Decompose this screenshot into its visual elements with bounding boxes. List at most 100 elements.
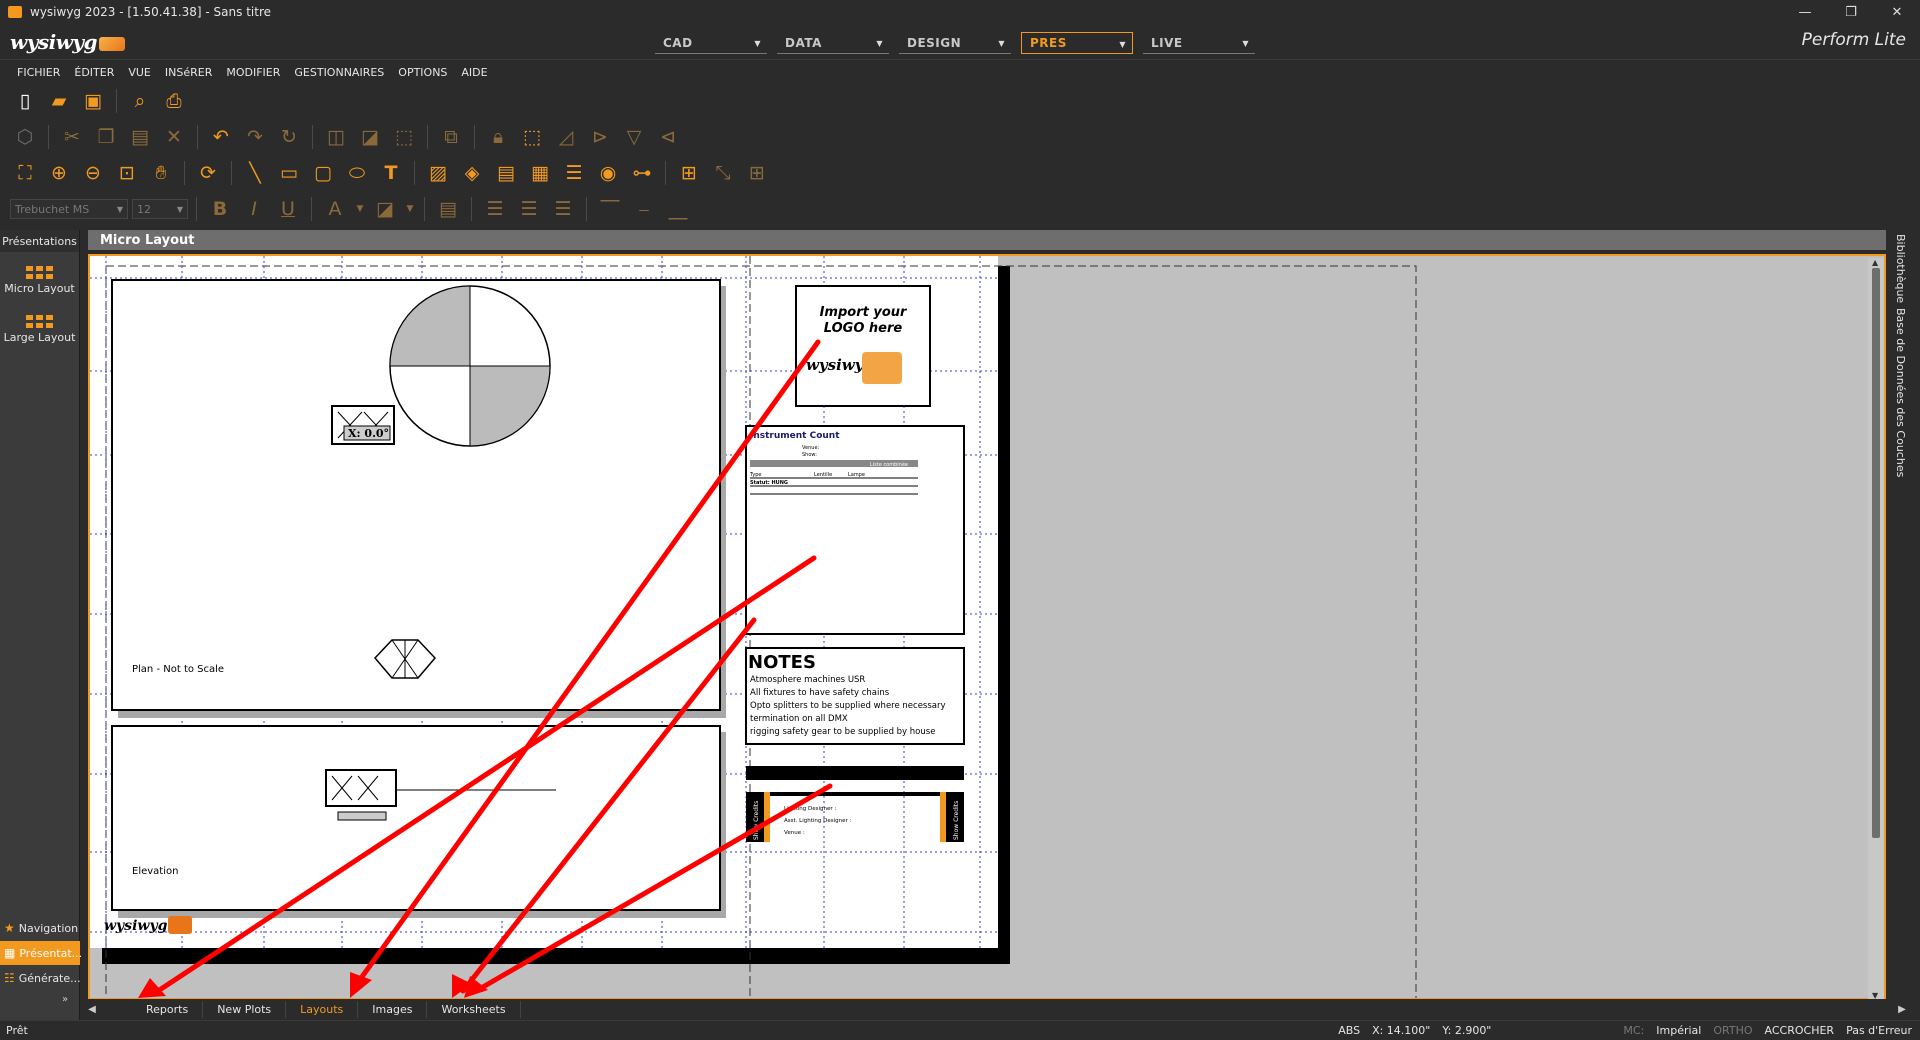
select-icon[interactable]: ⬚ — [389, 123, 419, 151]
menu-vue[interactable]: VUE — [121, 66, 158, 79]
fill-color-icon[interactable]: ◪ — [370, 195, 400, 223]
presentation-large-layout[interactable]: Large Layout — [0, 311, 79, 344]
add-element-icon[interactable]: ⊞ — [674, 159, 704, 187]
tab-images[interactable]: Images — [358, 1001, 428, 1018]
valign-bottom-icon[interactable]: ⎽ — [663, 195, 693, 223]
menu-modifier[interactable]: MODIFIER — [219, 66, 287, 79]
object-icon[interactable]: ◈ — [457, 159, 487, 187]
scrollbar-thumb[interactable] — [1872, 268, 1880, 838]
delete-icon[interactable]: ✕ — [159, 123, 189, 151]
font-family-select[interactable]: Trebuchet MS ▼ — [10, 199, 128, 219]
tab-layouts[interactable]: Layouts — [286, 1001, 359, 1018]
zoom-in-icon[interactable]: ⊕ — [44, 159, 74, 187]
text-icon[interactable]: T — [376, 159, 406, 187]
tab-scroll-left-icon[interactable]: ◀ — [82, 1004, 102, 1015]
menu-editer[interactable]: ÉDITER — [67, 66, 121, 79]
print-icon[interactable]: ⎙ — [159, 87, 189, 115]
bold-icon[interactable]: B — [205, 195, 235, 223]
expand-panel-icon[interactable]: » — [62, 994, 68, 1005]
legend-icon[interactable]: ☰ — [559, 159, 589, 187]
report-icon[interactable]: ▤ — [491, 159, 521, 187]
mode-live[interactable]: LIVE ▼ — [1143, 32, 1255, 54]
group-icon[interactable]: ◫ — [321, 123, 351, 151]
font-size-select[interactable]: 12 ▼ — [132, 199, 188, 219]
undo-icon[interactable]: ↶ — [206, 123, 236, 151]
underline-icon[interactable]: U — [273, 195, 303, 223]
line-icon[interactable]: ╲ — [240, 159, 270, 187]
italic-icon[interactable]: I — [239, 195, 269, 223]
layout-canvas[interactable]: X: 0.0° Plan - Not to Scale Elevation wy… — [88, 254, 1886, 1000]
chevron-down-icon: ▼ — [116, 204, 123, 214]
zoom-extents-icon[interactable]: ⛶ — [10, 159, 40, 187]
tab-new-plots[interactable]: New Plots — [203, 1001, 287, 1018]
valign-middle-icon[interactable]: ⎯ — [629, 195, 659, 223]
cut-icon[interactable]: ✂ — [57, 123, 87, 151]
new-file-icon[interactable]: ▯ — [10, 87, 40, 115]
paste-icon[interactable]: ▤ — [125, 123, 155, 151]
redo-icon[interactable]: ↷ — [240, 123, 270, 151]
dock-tab-library[interactable]: Bibliothèque — [1894, 234, 1907, 303]
save-icon[interactable]: ▣ — [78, 87, 108, 115]
align-text-right-icon[interactable]: ☰ — [548, 195, 578, 223]
nav-generators[interactable]: ☷ Générate... — [0, 966, 81, 990]
view-icon[interactable]: ⊶ — [627, 159, 657, 187]
status-units[interactable]: Impérial — [1656, 1024, 1701, 1037]
tab-scroll-right-icon[interactable]: ▶ — [1892, 1004, 1912, 1015]
instrument-count-group: Statut: HUNG — [750, 480, 788, 486]
mode-pres[interactable]: PRES ▼ — [1021, 32, 1133, 54]
ungroup-icon[interactable]: ◪ — [355, 123, 385, 151]
align-top-icon[interactable]: ▽ — [619, 123, 649, 151]
presentation-micro-layout[interactable]: Micro Layout — [0, 262, 79, 295]
cube-icon[interactable]: ⬡ — [10, 123, 40, 151]
table-icon[interactable]: ▦ — [525, 159, 555, 187]
menu-gestionnaires[interactable]: GESTIONNAIRES — [287, 66, 391, 79]
nav-presentations[interactable]: ▦ Présentat... — [0, 941, 82, 965]
rounded-rectangle-icon[interactable]: ▢ — [308, 159, 338, 187]
tab-reports[interactable]: Reports — [132, 1001, 204, 1018]
zoom-window-icon[interactable]: ⊡ — [112, 159, 142, 187]
menu-aide[interactable]: AIDE — [454, 66, 494, 79]
arrange-icon[interactable]: ⧉ — [436, 123, 466, 151]
mode-design[interactable]: DESIGN ▼ — [899, 32, 1011, 54]
mode-data[interactable]: DATA ▼ — [777, 32, 889, 54]
dock-tab-layer-database[interactable]: Base de Données des Couches — [1894, 308, 1907, 477]
open-folder-icon[interactable]: ▰ — [44, 87, 74, 115]
nav-navigation[interactable]: ★ Navigation — [0, 916, 80, 940]
align-left-icon[interactable]: ◿ — [551, 123, 581, 151]
minimize-button[interactable]: — — [1782, 0, 1828, 24]
align-text-center-icon[interactable]: ☰ — [514, 195, 544, 223]
grid-icon[interactable]: ⊞ — [742, 159, 772, 187]
text-color-icon[interactable]: A — [320, 195, 350, 223]
zoom-out-icon[interactable]: ⊖ — [78, 159, 108, 187]
rectangle-icon[interactable]: ▭ — [274, 159, 304, 187]
refresh-icon[interactable]: ↻ — [274, 123, 304, 151]
camera-icon[interactable]: ◉ — [593, 159, 623, 187]
chevron-down-icon[interactable]: ▼ — [354, 195, 366, 223]
align-right-icon[interactable]: ⊲ — [653, 123, 683, 151]
print-preview-icon[interactable]: ⌕ — [125, 87, 155, 115]
resize-icon[interactable]: ⤡ — [708, 159, 738, 187]
copy-icon[interactable]: ❐ — [91, 123, 121, 151]
ellipse-icon[interactable]: ⬭ — [342, 159, 372, 187]
lock-icon[interactable]: 🔒︎ — [483, 123, 513, 151]
valign-top-icon[interactable]: ⎺ — [595, 195, 625, 223]
restore-button[interactable]: ❐ — [1828, 0, 1874, 24]
close-button[interactable]: ✕ — [1874, 0, 1920, 24]
image-icon[interactable]: ▨ — [423, 159, 453, 187]
align-center-icon[interactable]: ⊳ — [585, 123, 615, 151]
status-ortho[interactable]: ORTHO — [1713, 1024, 1752, 1037]
vertical-scrollbar[interactable]: ▲ ▼ — [1868, 258, 1884, 1000]
text-box-icon[interactable]: ▤ — [433, 195, 463, 223]
menu-inserer[interactable]: INSéRER — [158, 66, 219, 79]
status-snap[interactable]: ACCROCHER — [1765, 1024, 1835, 1037]
chevron-down-icon[interactable]: ▼ — [404, 195, 416, 223]
menu-options[interactable]: OPTIONS — [391, 66, 454, 79]
rotate-icon[interactable]: ⟳ — [193, 159, 223, 187]
pan-hand-icon[interactable]: ✋︎ — [146, 159, 176, 187]
scroll-up-icon[interactable]: ▲ — [1872, 258, 1878, 267]
menu-fichier[interactable]: FICHIER — [10, 66, 67, 79]
align-text-left-icon[interactable]: ☰ — [480, 195, 510, 223]
marquee-icon[interactable]: ⬚ — [517, 123, 547, 151]
mode-cad[interactable]: CAD ▼ — [655, 32, 767, 54]
tab-worksheets[interactable]: Worksheets — [427, 1001, 521, 1018]
